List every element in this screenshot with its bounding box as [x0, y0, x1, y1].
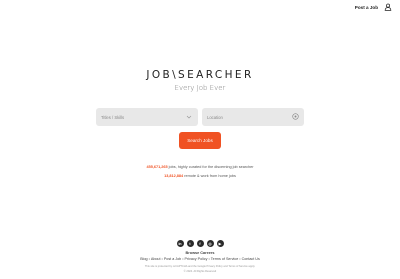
- search-jobs-button[interactable]: Search Jobs: [179, 132, 221, 149]
- footer-link-post-job[interactable]: Post a Job: [164, 257, 181, 261]
- top-bar: Post a Job: [355, 3, 392, 11]
- footer-link-privacy[interactable]: Privacy Policy: [185, 257, 208, 261]
- footer-link-terms[interactable]: Terms of Service: [211, 257, 238, 261]
- youtube-icon[interactable]: ▶: [216, 240, 224, 247]
- footer-separator: •: [148, 257, 150, 261]
- location-placeholder: Location: [207, 114, 223, 120]
- remote-stat: 13,812,884 remote & work from home jobs: [0, 172, 400, 181]
- footer-link-blog[interactable]: Blog: [140, 257, 147, 261]
- location-pin-icon[interactable]: [292, 113, 299, 120]
- copyright: © 2024. All Rights Reserved: [183, 270, 217, 273]
- footer-link-about[interactable]: About: [151, 257, 161, 261]
- jobs-count: 455,671,265: [146, 165, 168, 169]
- site-logo[interactable]: JOB\SEARCHER: [0, 69, 400, 81]
- user-icon[interactable]: [384, 3, 392, 11]
- footer-separator: •: [239, 257, 241, 261]
- browse-careers-link[interactable]: Browse Careers: [0, 251, 400, 255]
- post-a-job-link[interactable]: Post a Job: [355, 5, 378, 10]
- facebook-icon[interactable]: f: [196, 240, 204, 247]
- stats-block: 455,671,265 jobs, highly curated for the…: [0, 163, 400, 181]
- location-input[interactable]: Location: [202, 108, 304, 126]
- chevron-down-icon[interactable]: [186, 114, 192, 120]
- linkedin-icon[interactable]: in: [176, 240, 184, 247]
- footer-separator: •: [208, 257, 210, 261]
- recaptcha-note: This site is protected by reCAPTCHA and …: [144, 264, 256, 268]
- remote-stat-text: remote & work from home jobs: [184, 174, 236, 178]
- search-form: Titles / Skills Location: [96, 108, 304, 126]
- footer-link-contact[interactable]: Contact Us: [242, 257, 260, 261]
- instagram-icon[interactable]: ◎: [206, 240, 214, 247]
- title-skills-placeholder: Titles / Skills: [101, 114, 125, 120]
- footer-links: Blog • About • Post a Job • Privacy Poli…: [0, 257, 400, 261]
- footer-separator: •: [182, 257, 184, 261]
- twitter-icon[interactable]: t: [186, 240, 194, 247]
- social-links: in t f ◎ ▶: [0, 240, 400, 247]
- jobs-stat-text: jobs, highly curated for the discerning …: [168, 165, 254, 169]
- footer-separator: •: [161, 257, 163, 261]
- jobs-stat: 455,671,265 jobs, highly curated for the…: [0, 163, 400, 172]
- site-tagline: Every Job Ever: [174, 84, 226, 92]
- remote-count: 13,812,884: [164, 174, 184, 178]
- title-skills-input[interactable]: Titles / Skills: [96, 108, 198, 126]
